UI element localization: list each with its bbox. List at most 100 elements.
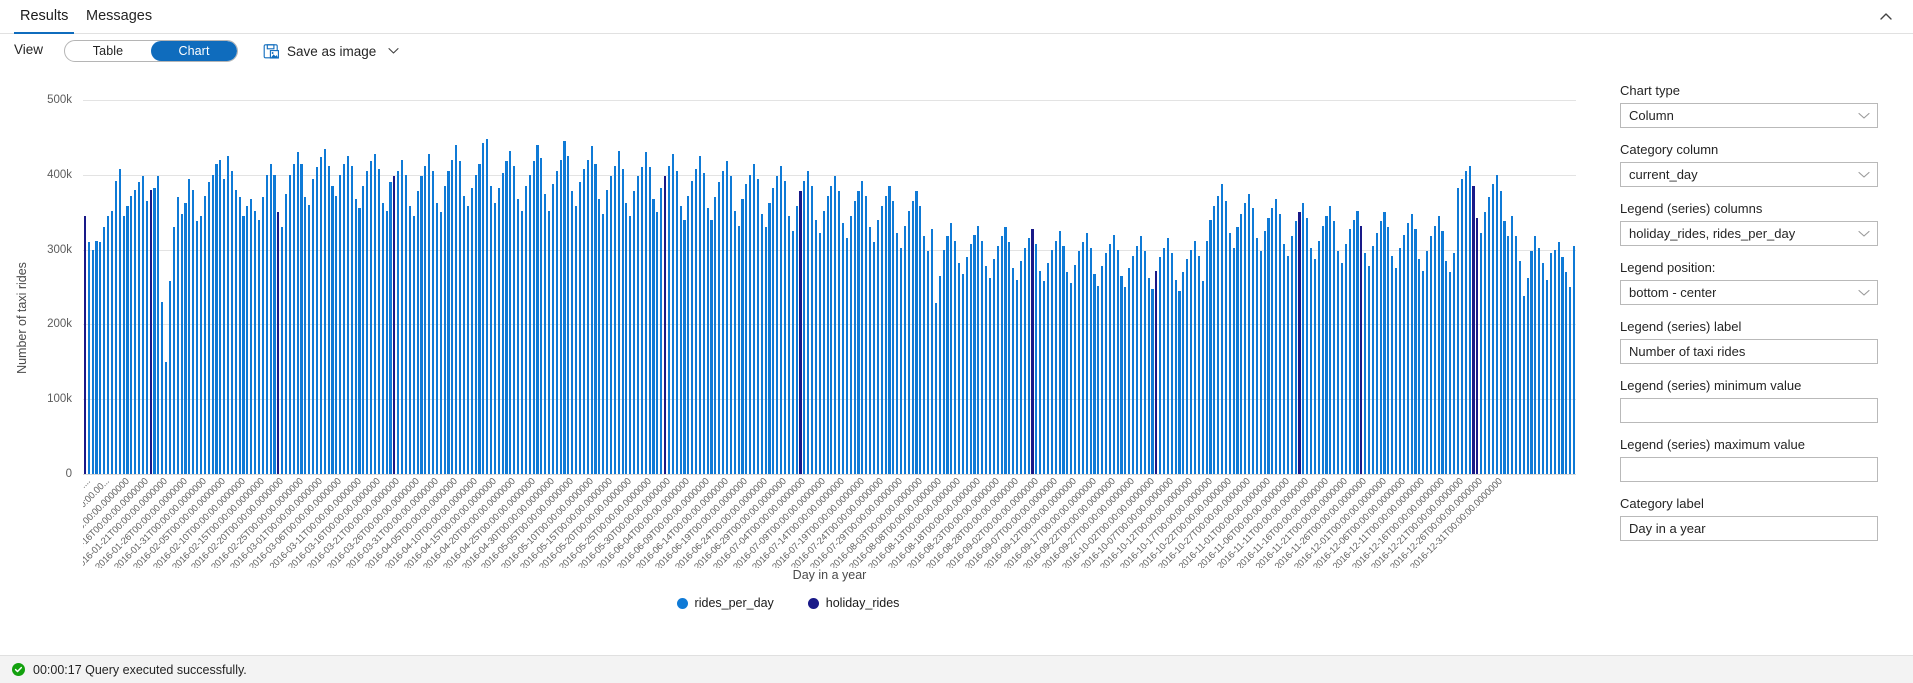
bar-rides-per-day[interactable]	[1113, 235, 1115, 474]
bar-rides-per-day[interactable]	[328, 166, 330, 474]
bar-rides-per-day[interactable]	[1206, 241, 1208, 474]
bar-rides-per-day[interactable]	[803, 181, 805, 474]
bar-rides-per-day[interactable]	[374, 154, 376, 474]
bar-rides-per-day[interactable]	[1078, 251, 1080, 474]
bar-holiday-rides[interactable]	[1476, 218, 1478, 474]
bar-rides-per-day[interactable]	[1090, 248, 1092, 474]
bar-rides-per-day[interactable]	[1380, 221, 1382, 474]
bar-rides-per-day[interactable]	[1043, 281, 1045, 474]
bar-rides-per-day[interactable]	[223, 179, 225, 474]
bar-rides-per-day[interactable]	[954, 241, 956, 474]
bar-rides-per-day[interactable]	[1310, 248, 1312, 474]
bar-rides-per-day[interactable]	[672, 154, 674, 474]
bar-rides-per-day[interactable]	[815, 220, 817, 474]
bar-rides-per-day[interactable]	[1523, 296, 1525, 474]
bar-rides-per-day[interactable]	[1086, 233, 1088, 474]
bar-rides-per-day[interactable]	[695, 169, 697, 474]
bar-rides-per-day[interactable]	[707, 208, 709, 474]
bar-rides-per-day[interactable]	[173, 227, 175, 474]
bar-rides-per-day[interactable]	[939, 276, 941, 474]
bar-rides-per-day[interactable]	[490, 186, 492, 474]
bar-rides-per-day[interactable]	[358, 208, 360, 474]
bar-rides-per-day[interactable]	[927, 251, 929, 474]
bar-rides-per-day[interactable]	[447, 171, 449, 474]
bar-rides-per-day[interactable]	[691, 181, 693, 474]
bar-rides-per-day[interactable]	[181, 214, 183, 474]
bar-rides-per-day[interactable]	[1198, 256, 1200, 474]
bar-rides-per-day[interactable]	[103, 227, 105, 474]
bar-rides-per-day[interactable]	[1283, 244, 1285, 474]
bar-rides-per-day[interactable]	[1244, 203, 1246, 474]
bar-rides-per-day[interactable]	[1182, 272, 1184, 474]
bar-rides-per-day[interactable]	[502, 173, 504, 474]
bar-rides-per-day[interactable]	[239, 197, 241, 474]
bar-rides-per-day[interactable]	[622, 169, 624, 474]
bar-rides-per-day[interactable]	[1062, 246, 1064, 474]
bar-rides-per-day[interactable]	[1507, 236, 1509, 474]
bar-rides-per-day[interactable]	[1295, 221, 1297, 474]
bar-rides-per-day[interactable]	[680, 206, 682, 474]
bar-holiday-rides[interactable]	[393, 176, 395, 474]
bar-rides-per-day[interactable]	[710, 220, 712, 474]
bar-holiday-rides[interactable]	[1298, 212, 1300, 474]
bar-rides-per-day[interactable]	[455, 145, 457, 474]
bar-rides-per-day[interactable]	[997, 246, 999, 474]
bar-rides-per-day[interactable]	[544, 194, 546, 475]
bar-rides-per-day[interactable]	[915, 191, 917, 474]
bar-rides-per-day[interactable]	[219, 160, 221, 474]
bar-rides-per-day[interactable]	[900, 248, 902, 474]
bar-rides-per-day[interactable]	[378, 169, 380, 474]
bar-rides-per-day[interactable]	[1167, 238, 1169, 474]
bar-rides-per-day[interactable]	[730, 176, 732, 474]
bar-rides-per-day[interactable]	[753, 164, 755, 474]
select-legend-position[interactable]: bottom - center	[1620, 280, 1878, 305]
bar-rides-per-day[interactable]	[1020, 261, 1022, 474]
bar-rides-per-day[interactable]	[1484, 212, 1486, 474]
bar-rides-per-day[interactable]	[1511, 216, 1513, 474]
bar-rides-per-day[interactable]	[130, 196, 132, 474]
bar-rides-per-day[interactable]	[587, 160, 589, 474]
bar-rides-per-day[interactable]	[606, 190, 608, 474]
bar-holiday-rides[interactable]	[84, 216, 86, 474]
bar-rides-per-day[interactable]	[231, 171, 233, 474]
bar-rides-per-day[interactable]	[475, 175, 477, 474]
bar-rides-per-day[interactable]	[1500, 191, 1502, 474]
bar-rides-per-day[interactable]	[1236, 227, 1238, 474]
bar-rides-per-day[interactable]	[107, 216, 109, 474]
bar-rides-per-day[interactable]	[1430, 236, 1432, 474]
bar-rides-per-day[interactable]	[652, 199, 654, 474]
bar-rides-per-day[interactable]	[1573, 246, 1575, 474]
bar-rides-per-day[interactable]	[1306, 218, 1308, 474]
bar-rides-per-day[interactable]	[1550, 253, 1552, 474]
bar-rides-per-day[interactable]	[745, 184, 747, 474]
bar-rides-per-day[interactable]	[285, 194, 287, 475]
bar-rides-per-day[interactable]	[1291, 236, 1293, 474]
bar-rides-per-day[interactable]	[854, 201, 856, 474]
bar-rides-per-day[interactable]	[1318, 241, 1320, 474]
bar-rides-per-day[interactable]	[1055, 241, 1057, 474]
bar-rides-per-day[interactable]	[1426, 251, 1428, 474]
bar-rides-per-day[interactable]	[857, 191, 859, 474]
bar-rides-per-day[interactable]	[227, 156, 229, 474]
bar-rides-per-day[interactable]	[683, 220, 685, 474]
bar-rides-per-day[interactable]	[351, 166, 353, 474]
bar-rides-per-day[interactable]	[842, 223, 844, 474]
bar-rides-per-day[interactable]	[718, 182, 720, 474]
bar-rides-per-day[interactable]	[134, 190, 136, 474]
bar-rides-per-day[interactable]	[1221, 184, 1223, 474]
bar-rides-per-day[interactable]	[262, 197, 264, 474]
bar-rides-per-day[interactable]	[1148, 278, 1150, 474]
bar-rides-per-day[interactable]	[1488, 197, 1490, 474]
bar-rides-per-day[interactable]	[935, 303, 937, 474]
bar-rides-per-day[interactable]	[633, 191, 635, 474]
input-legend-series-maximum-value[interactable]	[1620, 457, 1878, 482]
bar-rides-per-day[interactable]	[513, 166, 515, 474]
bar-rides-per-day[interactable]	[1260, 251, 1262, 474]
save-as-image-button[interactable]: Save as image	[263, 40, 399, 62]
bar-rides-per-day[interactable]	[177, 197, 179, 474]
bar-rides-per-day[interactable]	[784, 181, 786, 474]
bar-rides-per-day[interactable]	[981, 241, 983, 474]
bar-rides-per-day[interactable]	[320, 157, 322, 474]
bar-rides-per-day[interactable]	[846, 238, 848, 474]
bar-rides-per-day[interactable]	[424, 166, 426, 474]
